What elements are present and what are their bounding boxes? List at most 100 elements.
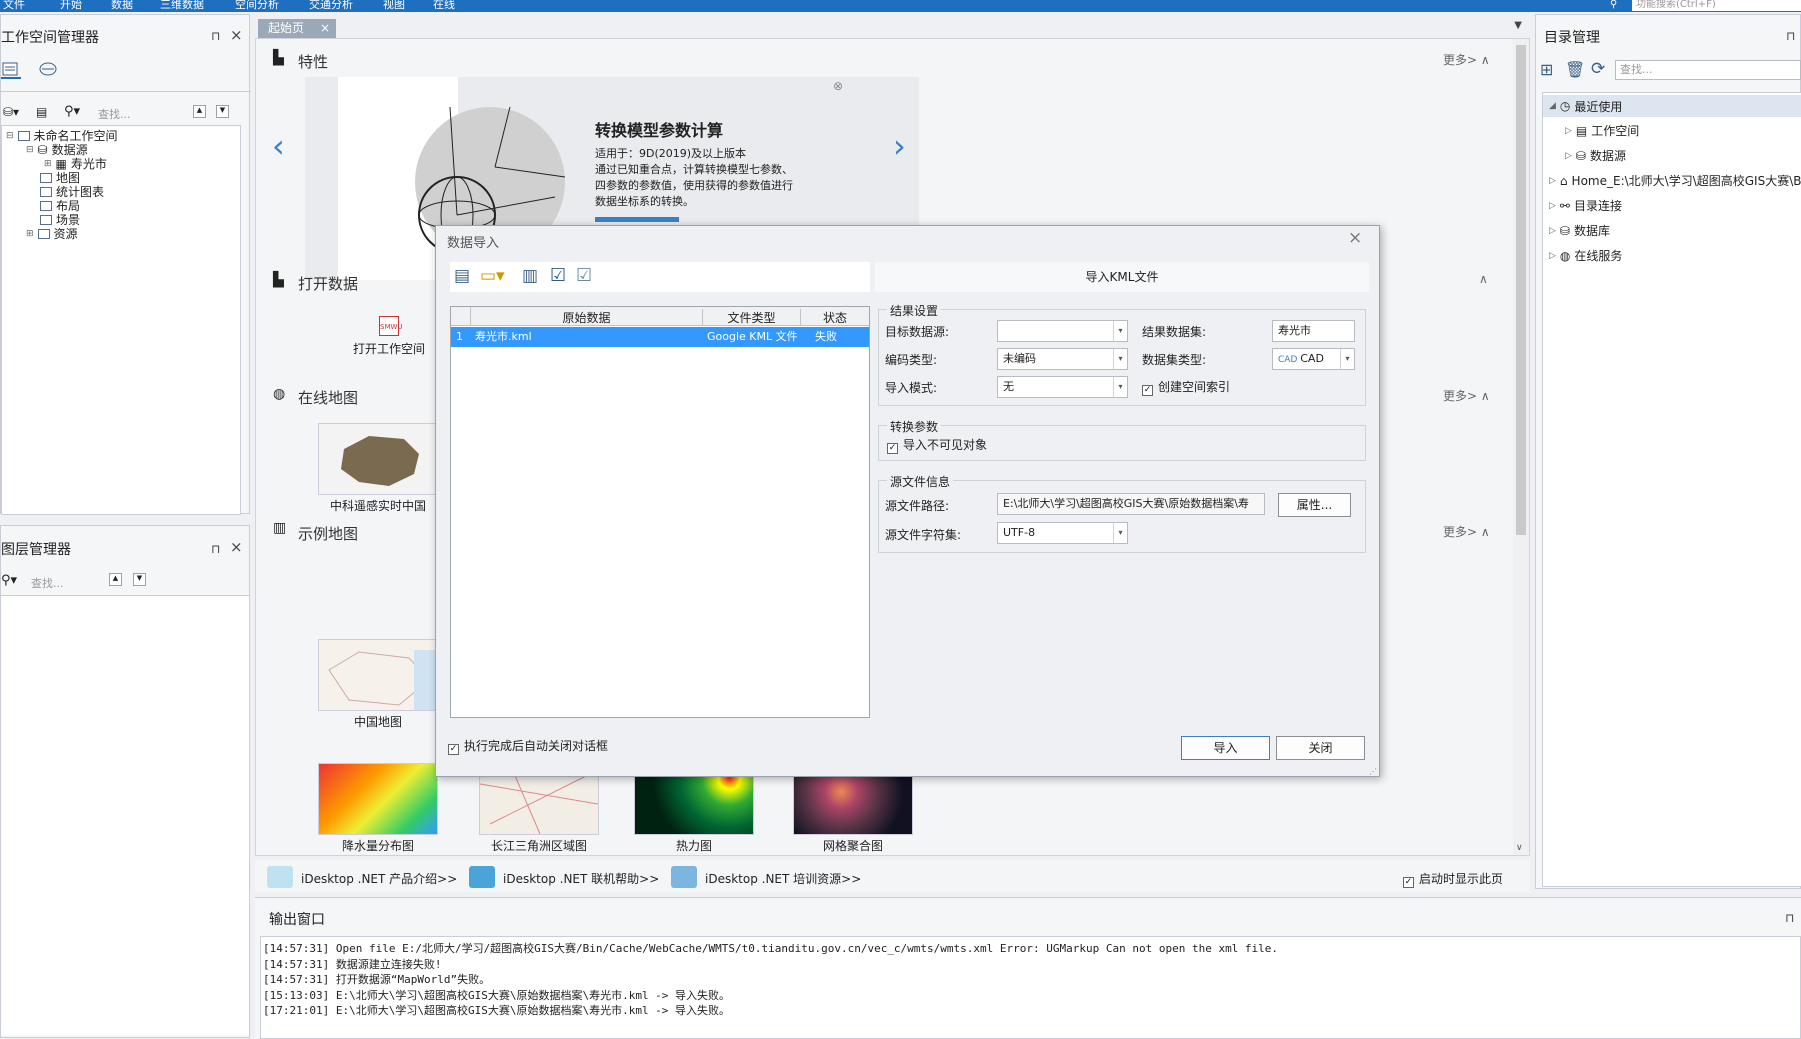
import-invisible-checkbox[interactable]: ✓ 导入不可见对象: [887, 436, 987, 454]
dataset-type-select[interactable]: CAD CAD ▾: [1272, 348, 1355, 370]
close-button[interactable]: 关闭: [1276, 736, 1365, 760]
training-link[interactable]: iDesktop .NET 培训资源>>: [705, 870, 861, 887]
move-up-icon[interactable]: ▲: [109, 573, 122, 586]
close-icon[interactable]: ×: [1348, 228, 1362, 248]
output-window: 输出窗口 ⊓ [14:57:31] Open file E:/北师大/学习/超图…: [255, 897, 1801, 1039]
menu-file[interactable]: 文件: [3, 0, 25, 10]
collapse-icon[interactable]: ∧: [1479, 272, 1488, 286]
catalog-item-workspace[interactable]: ▷ ▤ 工作空间: [1565, 122, 1639, 139]
menu-spatial-analysis[interactable]: 空间分析: [235, 0, 279, 10]
tab-start-page[interactable]: 起始页 ×: [258, 19, 336, 38]
resource-tab-icon[interactable]: [38, 61, 58, 80]
target-datasource-select[interactable]: ▾: [997, 320, 1128, 342]
menu-data[interactable]: 数据: [111, 0, 133, 10]
catalog-item-home[interactable]: ▷ ⌂ Home_E:\北师大\学习\超图高校GIS大赛\Bi: [1549, 172, 1801, 189]
source-path-input[interactable]: E:\北师大\学习\超图高校GIS大赛\原始数据档案\寿: [997, 493, 1265, 515]
close-icon[interactable]: ×: [320, 19, 330, 38]
show-on-start-checkbox[interactable]: ✓ 启动时显示此页: [1403, 870, 1503, 888]
catalog-item-connections[interactable]: ▷ ⚯ 目录连接: [1549, 197, 1622, 214]
table-header: 原始数据 文件类型 状态: [451, 307, 869, 326]
workspace-manager-panel: 工作空间管理器 ⊓ × ⛁▾ ▤ ⚲▾ 查找... ▲ ▼ ⊟ 未命名工作空间 ⊟…: [0, 14, 251, 515]
open-data-icon: ▙: [273, 272, 284, 288]
resize-grip-icon[interactable]: ⋰: [1369, 767, 1377, 776]
workspace-tree: ⊟ 未命名工作空间 ⊟ ⛁ 数据源 ⊞ ▦ 寿光市 地图 统计图表 布局 场景 ⊞ 资源: [1, 125, 241, 515]
sample-card-china[interactable]: 中国地图: [318, 639, 438, 730]
select-all-icon[interactable]: ☑: [550, 265, 566, 286]
open-workspace-card[interactable]: SMWU 打开工作空间: [329, 316, 449, 357]
sample-card-precipitation[interactable]: 降水量分布图: [318, 763, 438, 854]
encoding-select[interactable]: 未编码 ▾: [997, 348, 1128, 370]
function-search-input[interactable]: 功能搜索(Ctrl+F): [1632, 0, 1801, 11]
workspace-toolbar-icon[interactable]: ⛁▾: [3, 105, 19, 119]
online-map-card[interactable]: 中科遥感实时中国: [318, 423, 438, 514]
table-row[interactable]: 1 寿光市.kml Google KML 文件 失败: [451, 327, 869, 347]
menu-view[interactable]: 视图: [383, 0, 405, 10]
pin-icon[interactable]: ⊓: [211, 542, 220, 556]
log-line: [15:13:03] E:\北师大\学习\超图高校GIS大赛\原始数据档案\寿光…: [263, 988, 731, 1002]
scroll-down-icon[interactable]: ∨: [1516, 843, 1523, 853]
workspace-tab-icon[interactable]: [1, 61, 21, 79]
banner-applies: 适用于：9D(2019)及以上版本: [595, 147, 747, 160]
add-folder-icon[interactable]: ▭▾: [480, 266, 505, 286]
tab-dropdown-icon[interactable]: ▼: [1514, 20, 1522, 31]
auto-close-checkbox[interactable]: ✓ 执行完成后自动关闭对话框: [448, 737, 608, 755]
log-line: [17:21:01] E:\北师大\学习\超图高校GIS大赛\原始数据档案\寿光…: [263, 1004, 731, 1017]
spatial-index-checkbox[interactable]: ✓ 创建空间索引: [1142, 378, 1230, 396]
charset-select[interactable]: UTF-8 ▾: [997, 522, 1128, 544]
more-link[interactable]: 更多> ∧: [1443, 523, 1490, 540]
catalog-item-datasource[interactable]: ▷ ⛁ 数据源: [1565, 147, 1626, 164]
add-file-icon[interactable]: ▤: [454, 266, 470, 286]
col-original-data[interactable]: 原始数据: [471, 309, 703, 326]
tree-item-resources[interactable]: ⊞ 资源: [26, 225, 78, 242]
catalog-item-database[interactable]: ▷ ⛁ 数据库: [1549, 222, 1610, 239]
layer-search-input[interactable]: 查找...: [31, 575, 64, 591]
delete-icon[interactable]: ▥: [522, 266, 538, 286]
search-icon[interactable]: ⚲▾: [1, 573, 17, 588]
catalog-search-input[interactable]: 查找...: [1615, 60, 1801, 80]
properties-button[interactable]: 属性...: [1278, 493, 1351, 517]
new-folder-icon[interactable]: ⊞: [1540, 60, 1553, 79]
refresh-icon[interactable]: ⟳: [1591, 59, 1605, 79]
close-icon[interactable]: ×: [230, 538, 243, 556]
scrollbar-thumb[interactable]: [1516, 45, 1526, 535]
menu-traffic-analysis[interactable]: 交通分析: [309, 0, 353, 10]
next-arrow-icon[interactable]: ›: [893, 127, 906, 165]
move-down-icon[interactable]: ▼: [133, 573, 146, 586]
log-line: [14:57:31] 数据源建立连接失败!: [263, 957, 442, 971]
import-button[interactable]: 导入: [1181, 736, 1270, 760]
pin-icon[interactable]: ⊓: [1786, 29, 1795, 43]
banner-button[interactable]: [595, 217, 679, 222]
charset-label: 源文件字符集:: [885, 528, 962, 542]
product-intro-link[interactable]: iDesktop .NET 产品介绍>>: [301, 870, 457, 887]
move-up-icon[interactable]: ▲: [193, 105, 206, 118]
result-dataset-input[interactable]: 寿光市: [1272, 320, 1355, 342]
row-file-type: Google KML 文件: [707, 330, 798, 343]
invert-select-icon[interactable]: ☑: [576, 265, 592, 286]
catalog-item-recent[interactable]: ◢ ◷ 最近使用: [1543, 95, 1801, 117]
online-help-link[interactable]: iDesktop .NET 联机帮助>>: [503, 870, 659, 887]
close-icon[interactable]: ⊗: [833, 79, 843, 93]
more-link[interactable]: 更多> ∧: [1443, 387, 1490, 404]
close-icon[interactable]: ×: [230, 26, 243, 44]
search-icon[interactable]: ⚲▾: [64, 104, 80, 119]
pin-icon[interactable]: ⊓: [211, 29, 220, 43]
move-down-icon[interactable]: ▼: [216, 105, 229, 118]
workspace-icon: ▤: [1575, 123, 1588, 138]
import-mode-select[interactable]: 无 ▾: [997, 376, 1128, 398]
workspace-search-input[interactable]: 查找...: [98, 106, 131, 122]
more-link[interactable]: 更多> ∧: [1443, 51, 1490, 68]
open-file-icon[interactable]: ▤: [36, 105, 47, 119]
catalog-item-online-services[interactable]: ▷ ◍ 在线服务: [1549, 247, 1622, 264]
menu-start[interactable]: 开始: [60, 0, 82, 10]
delete-icon[interactable]: 🗑: [1565, 60, 1585, 79]
layer-panel-title: 图层管理器: [1, 542, 71, 558]
col-status[interactable]: 状态: [801, 309, 869, 326]
convert-params-label: 转换参数: [887, 418, 942, 435]
prev-arrow-icon[interactable]: ‹: [272, 127, 285, 165]
pin-icon[interactable]: ⊓: [1785, 911, 1794, 925]
menu-online[interactable]: 在线: [433, 0, 455, 10]
col-file-type[interactable]: 文件类型: [703, 309, 801, 326]
sample-map-title: 示例地图: [298, 525, 359, 543]
start-page-scrollbar[interactable]: ∨: [1513, 39, 1529, 855]
menu-3d-data[interactable]: 三维数据: [160, 0, 204, 10]
